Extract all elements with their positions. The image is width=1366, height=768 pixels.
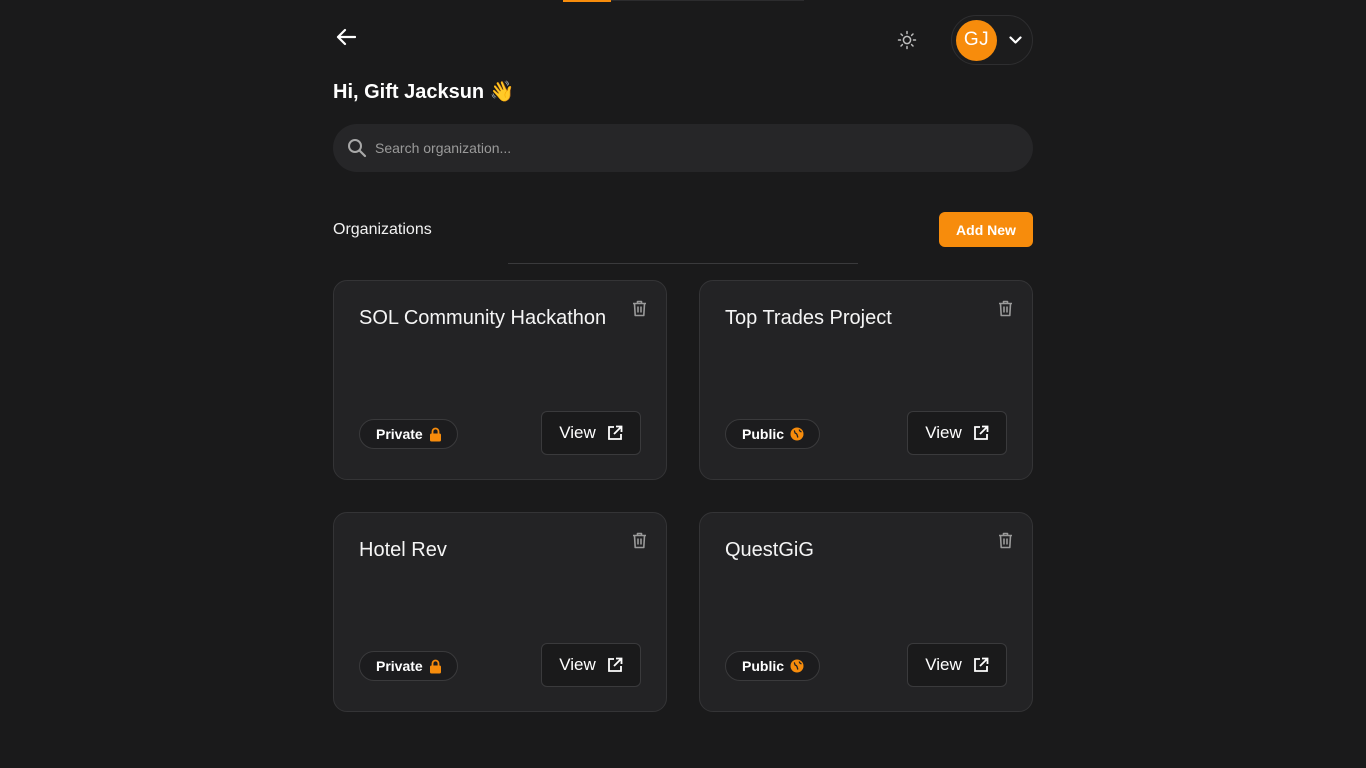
- organization-name: SOL Community Hackathon: [359, 307, 607, 329]
- trash-icon: [632, 532, 646, 548]
- visibility-badge: Public: [725, 651, 821, 681]
- visibility-badge: Private: [359, 651, 458, 681]
- visibility-label: Private: [376, 658, 423, 674]
- trash-icon: [998, 532, 1012, 548]
- external-link-icon: [607, 425, 623, 441]
- lock-icon: [429, 659, 442, 674]
- add-new-button[interactable]: Add New: [939, 212, 1033, 247]
- view-button[interactable]: View: [541, 411, 641, 455]
- organization-grid: SOL Community Hackathon Private View Top…: [333, 280, 1033, 712]
- globe-icon: [790, 427, 804, 441]
- organization-name: Hotel Rev: [359, 539, 447, 561]
- organization-card: Top Trades Project Public View: [699, 280, 1033, 480]
- search-bar[interactable]: [333, 124, 1033, 172]
- visibility-label: Public: [742, 426, 785, 442]
- top-progress-bar: [563, 0, 804, 2]
- visibility-label: Private: [376, 426, 423, 442]
- chevron-down-icon: [1008, 33, 1022, 47]
- delete-button[interactable]: [630, 530, 648, 550]
- organization-card: SOL Community Hackathon Private View: [333, 280, 667, 480]
- external-link-icon: [973, 425, 989, 441]
- visibility-badge: Private: [359, 419, 458, 449]
- delete-button[interactable]: [630, 298, 648, 318]
- view-button-label: View: [925, 655, 962, 674]
- visibility-badge: Public: [725, 419, 821, 449]
- theme-toggle-button[interactable]: [894, 27, 920, 53]
- organization-name: Top Trades Project: [725, 307, 892, 329]
- search-icon: [348, 139, 367, 158]
- view-button-label: View: [559, 423, 596, 442]
- external-link-icon: [607, 657, 623, 673]
- organization-card: QuestGiG Public View: [699, 512, 1033, 712]
- organization-name: QuestGiG: [725, 539, 814, 561]
- divider: [508, 263, 858, 264]
- delete-button[interactable]: [996, 530, 1014, 550]
- view-button[interactable]: View: [541, 643, 641, 687]
- arrow-left-icon: [336, 28, 356, 46]
- search-input[interactable]: [373, 139, 973, 157]
- user-menu-button[interactable]: GJ: [951, 15, 1033, 65]
- view-button[interactable]: View: [907, 411, 1007, 455]
- view-button[interactable]: View: [907, 643, 1007, 687]
- avatar: GJ: [956, 19, 997, 61]
- trash-icon: [632, 300, 646, 316]
- greeting-heading: Hi, Gift Jacksun 👋: [333, 81, 515, 103]
- trash-icon: [998, 300, 1012, 316]
- back-button[interactable]: [333, 24, 359, 50]
- view-button-label: View: [559, 655, 596, 674]
- organizations-heading: Organizations: [333, 221, 432, 238]
- lock-icon: [429, 427, 442, 442]
- top-progress-fill: [563, 0, 612, 2]
- globe-icon: [790, 659, 804, 673]
- visibility-label: Public: [742, 658, 785, 674]
- delete-button[interactable]: [996, 298, 1014, 318]
- view-button-label: View: [925, 423, 962, 442]
- external-link-icon: [973, 657, 989, 673]
- sun-icon: [897, 30, 917, 50]
- organization-card: Hotel Rev Private View: [333, 512, 667, 712]
